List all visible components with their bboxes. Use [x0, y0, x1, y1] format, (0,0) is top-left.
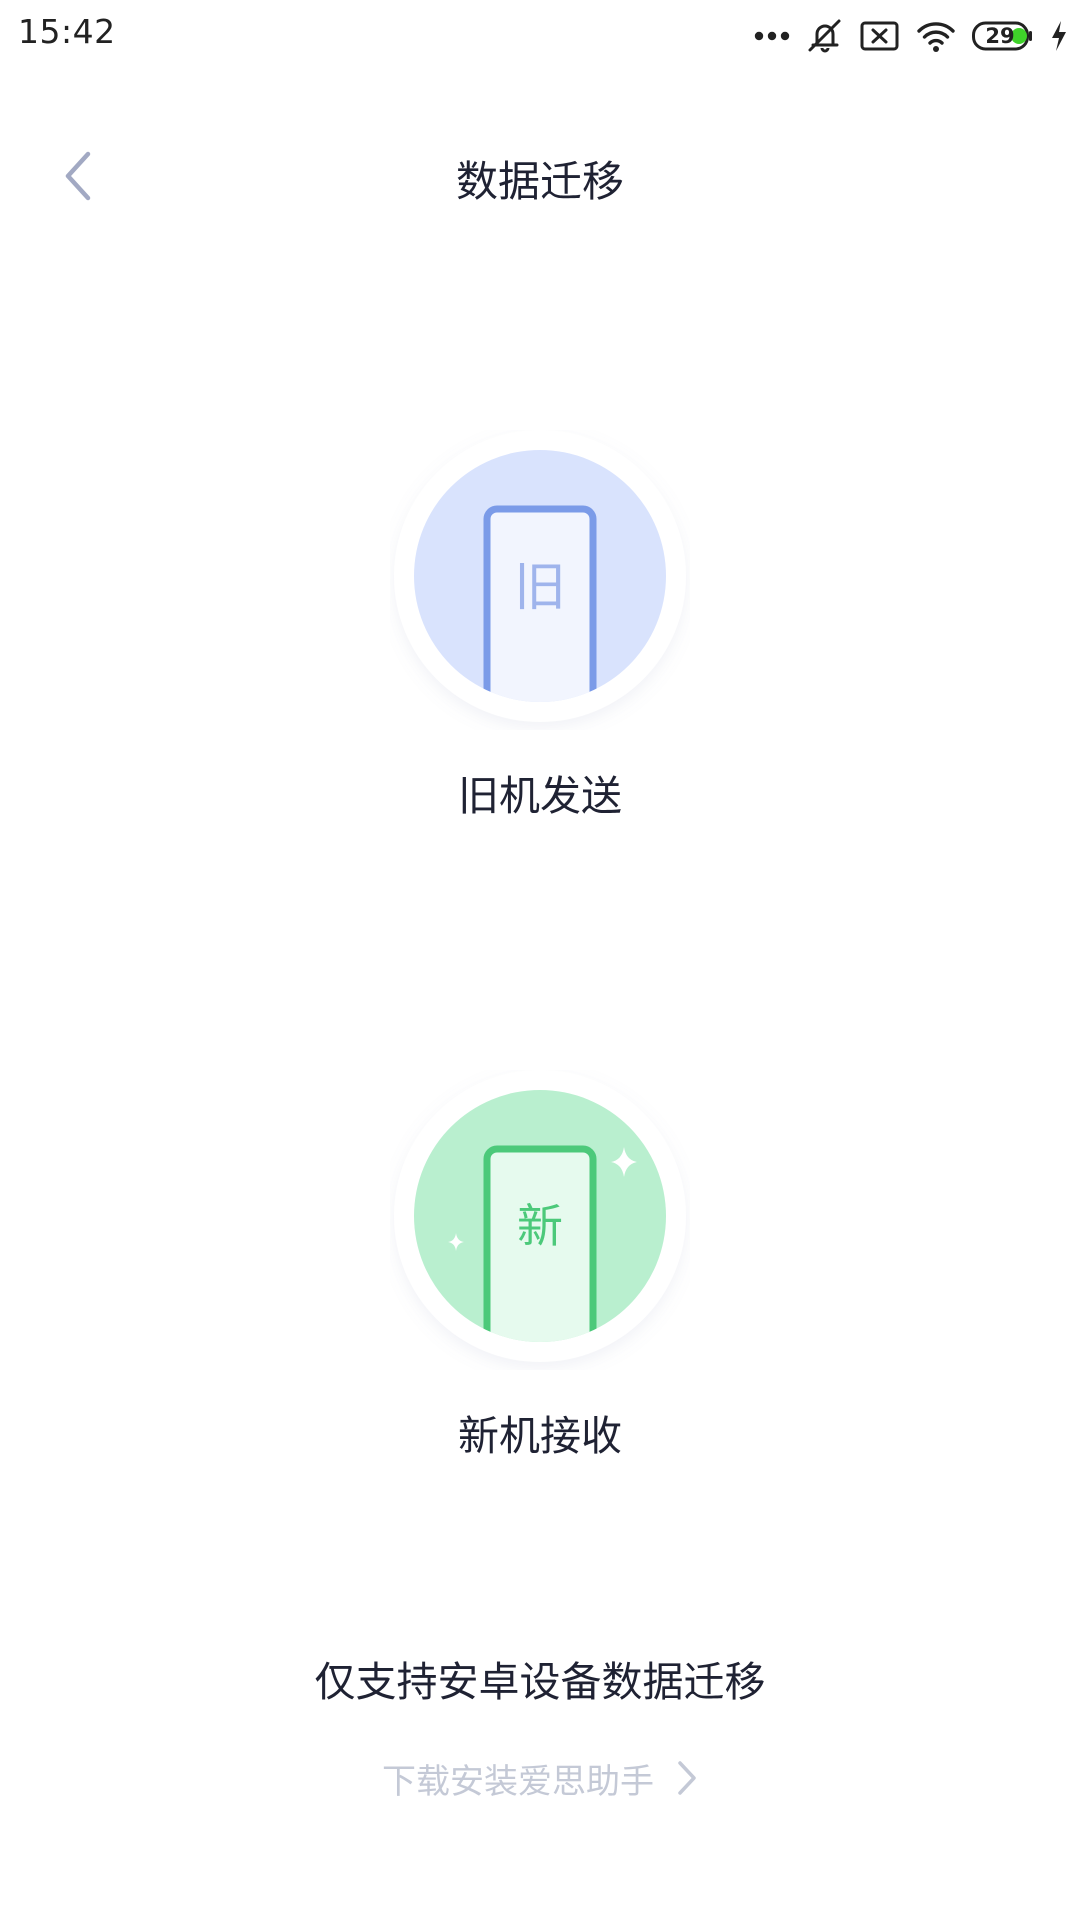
status-bar: 15:42 29 [0, 0, 1080, 76]
header: 数据迁移 [0, 120, 1080, 230]
battery-indicator: 29 [972, 21, 1034, 51]
more-dots-icon [754, 31, 790, 41]
old-phone-badge: 旧 [514, 558, 566, 618]
new-phone-icon: 新 [394, 1070, 686, 1362]
data-migration-screen: 15:42 29 数据迁移 旧 旧机发送 新 新机接收 仅支持安卓设备数据迁移 … [0, 0, 1080, 1920]
old-device-send-label: 旧机发送 [458, 772, 622, 820]
chevron-right-icon [678, 1761, 696, 1795]
charging-icon [1052, 21, 1066, 51]
new-device-receive-label: 新机接收 [458, 1412, 622, 1460]
page-title: 数据迁移 [455, 157, 624, 206]
old-device-send-option[interactable]: 旧 旧机发送 [0, 430, 1080, 850]
mute-icon [808, 19, 841, 53]
status-icons: 29 [754, 14, 1068, 58]
android-only-notice: 仅支持安卓设备数据迁移 [314, 1658, 766, 1706]
download-assistant-link[interactable]: 下载安装爱思助手 [340, 1748, 740, 1808]
battery-level: 29 [985, 24, 1015, 48]
wifi-icon [917, 22, 955, 52]
new-phone-badge: 新 [517, 1199, 563, 1253]
status-time: 15:42 [18, 12, 116, 51]
old-phone-icon: 旧 [394, 430, 686, 722]
sim-off-icon [860, 21, 899, 51]
download-assistant-label: 下载安装爱思助手 [382, 1761, 654, 1802]
new-device-receive-option[interactable]: 新 新机接收 [0, 1070, 1080, 1490]
